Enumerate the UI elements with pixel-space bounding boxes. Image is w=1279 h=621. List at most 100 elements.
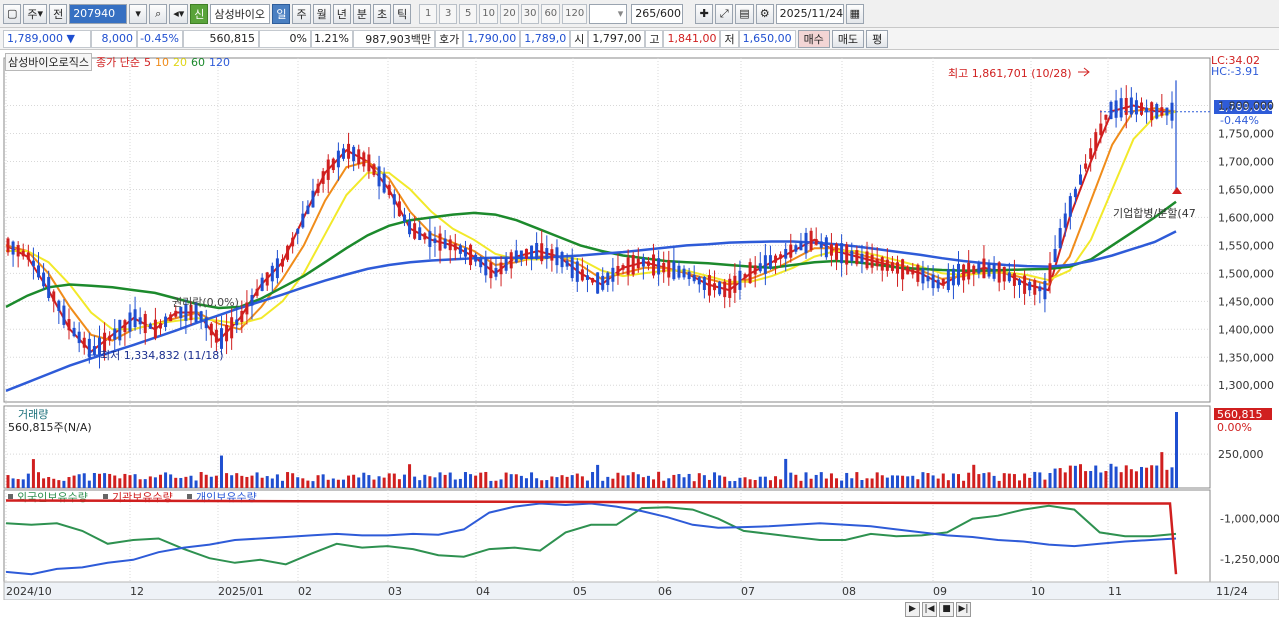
candle-body bbox=[662, 262, 666, 273]
step-120[interactable]: 120 bbox=[562, 3, 588, 24]
scroll-right-button[interactable]: ▶ bbox=[905, 601, 920, 617]
scroll-start-button[interactable]: |◀ bbox=[922, 601, 937, 617]
step-10[interactable]: 10 bbox=[479, 3, 498, 24]
code-dropdown-icon[interactable]: ▾ bbox=[129, 3, 148, 24]
candle-body bbox=[1012, 273, 1016, 286]
speaker-icon[interactable]: ◂▾ bbox=[169, 3, 189, 24]
step-3[interactable]: 3 bbox=[439, 3, 458, 24]
candle-body bbox=[331, 158, 335, 171]
calendar-icon[interactable]: ▦ bbox=[845, 3, 865, 24]
gear-icon[interactable]: ⚙ bbox=[755, 3, 774, 24]
chart-canvas[interactable]: 최고 1,861,701 (10/28) 최저 1,334,832 (11/18)… bbox=[0, 50, 1279, 600]
volume-bar bbox=[423, 474, 427, 488]
volume-bar bbox=[575, 473, 579, 488]
volume-bar bbox=[1140, 466, 1144, 488]
volume-bar bbox=[931, 475, 935, 488]
candle-body bbox=[199, 311, 203, 321]
buy-button[interactable]: 매수 bbox=[797, 29, 830, 48]
step-5[interactable]: 5 bbox=[459, 3, 478, 24]
sell-button[interactable]: 매도 bbox=[831, 29, 865, 48]
period-unit-dropdown[interactable]: 주 ▾ bbox=[23, 3, 48, 24]
candle-body bbox=[606, 272, 610, 286]
candle-body bbox=[392, 194, 396, 205]
candle-body bbox=[209, 323, 213, 336]
candle-body bbox=[367, 154, 371, 172]
volume-bar bbox=[987, 472, 991, 488]
interval-day[interactable]: 일 bbox=[272, 3, 291, 24]
candle-body bbox=[494, 268, 498, 277]
volume-bar bbox=[555, 477, 559, 488]
volume-bar bbox=[479, 472, 483, 488]
scroll-end-button[interactable]: ▶| bbox=[956, 601, 971, 617]
volume-bar bbox=[870, 478, 874, 488]
window-icon[interactable]: ▢ bbox=[3, 3, 22, 24]
save-icon[interactable]: ▤ bbox=[735, 3, 754, 24]
ownership-panel: 외국인보유수량 기관보유수량 개인보유수량 bbox=[5, 491, 1178, 576]
volume-bar bbox=[631, 472, 635, 488]
candle-body bbox=[875, 258, 879, 267]
candle-body bbox=[1140, 102, 1144, 115]
volume-bar bbox=[768, 480, 772, 488]
candle-body bbox=[799, 241, 803, 251]
candle-body bbox=[555, 247, 559, 266]
count-field[interactable]: 265/600 bbox=[631, 3, 684, 24]
volume-bar bbox=[753, 479, 757, 488]
candle-body bbox=[565, 260, 569, 267]
price-tick-label: 1,750,000 bbox=[1218, 128, 1274, 141]
interval-week[interactable]: 주 bbox=[292, 3, 311, 24]
candle-body bbox=[519, 250, 523, 260]
price-panel: 최고 1,861,701 (10/28) 최저 1,334,832 (11/18)… bbox=[5, 54, 1274, 392]
custom-step-input[interactable]: ▾ bbox=[589, 3, 628, 24]
price-tick-label: 1,450,000 bbox=[1218, 295, 1274, 308]
prev-button[interactable]: 전 bbox=[49, 3, 68, 24]
volume-bar bbox=[1058, 468, 1062, 488]
search-icon[interactable]: ⌕ bbox=[149, 3, 168, 24]
volume-bar bbox=[545, 480, 549, 488]
candle-body bbox=[36, 265, 40, 278]
candle-body bbox=[585, 275, 589, 280]
stock-legend-name[interactable]: 삼성바이오로직스 bbox=[5, 53, 92, 71]
stop-button[interactable]: ■ bbox=[939, 601, 954, 617]
compare-icon[interactable]: ⤢ bbox=[715, 3, 734, 24]
volume-bar bbox=[702, 475, 706, 488]
amount-field: 987,903백만 bbox=[353, 29, 435, 48]
candle-body bbox=[1063, 213, 1067, 228]
candle-body bbox=[164, 316, 168, 328]
volume-bar bbox=[1018, 480, 1022, 488]
flat-button[interactable]: 평 bbox=[866, 29, 889, 48]
stock-name-field[interactable]: 삼성바이오 bbox=[210, 3, 271, 24]
candle-body bbox=[1089, 148, 1093, 159]
step-1[interactable]: 1 bbox=[419, 3, 438, 24]
interval-minute[interactable]: 분 bbox=[352, 3, 371, 24]
interval-second[interactable]: 초 bbox=[372, 3, 392, 24]
volume-bar bbox=[601, 480, 605, 488]
candle-body bbox=[240, 310, 244, 323]
volume-bar bbox=[301, 478, 305, 488]
candle-body bbox=[855, 250, 859, 265]
candle-body bbox=[723, 281, 727, 298]
price-tick-label: 1,300,000 bbox=[1218, 379, 1274, 392]
candle-body bbox=[814, 238, 818, 245]
step-60[interactable]: 60 bbox=[541, 3, 561, 24]
candle-body bbox=[291, 237, 295, 247]
interval-year[interactable]: 년 bbox=[332, 3, 351, 24]
volume-bar bbox=[865, 478, 869, 488]
volume-bar bbox=[1063, 472, 1067, 488]
chart-scroll-controls: ▶ |◀ ■ ▶| bbox=[905, 600, 971, 618]
candle-body bbox=[1094, 132, 1098, 151]
stock-code-input[interactable]: 207940 bbox=[69, 3, 128, 24]
step-20[interactable]: 20 bbox=[499, 3, 519, 24]
interval-tick[interactable]: 틱 bbox=[393, 3, 412, 24]
candle-body bbox=[840, 243, 844, 264]
interval-month[interactable]: 월 bbox=[312, 3, 331, 24]
date-field[interactable]: 2025/11/24 bbox=[775, 3, 844, 24]
candle-body bbox=[870, 254, 874, 268]
step-30[interactable]: 30 bbox=[520, 3, 540, 24]
volume-bar bbox=[219, 455, 223, 488]
crosshair-icon[interactable]: ✚ bbox=[695, 3, 714, 24]
time-tick-label: 04 bbox=[476, 585, 490, 598]
volume-bar bbox=[845, 472, 849, 488]
candle-body bbox=[225, 325, 229, 342]
volume-bar bbox=[255, 472, 259, 488]
volume-bar bbox=[835, 478, 839, 488]
